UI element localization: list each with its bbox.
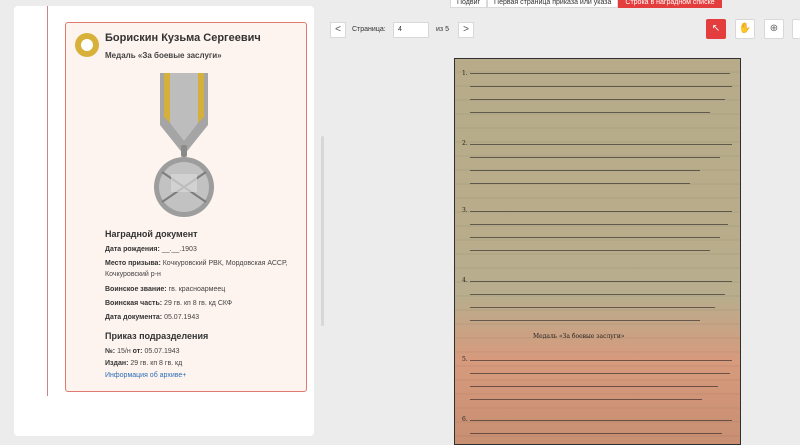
order-title: Приказ подразделения: [105, 331, 209, 341]
rank-value: гв. красноармеец: [168, 286, 226, 293]
award-side-panel: Борискин Кузьма Сергеевич Медаль «За бое…: [14, 6, 324, 436]
previous-page-button[interactable]: <: [330, 22, 346, 38]
person-name: Борискин Кузьма Сергеевич: [105, 32, 261, 44]
medal-image: [154, 73, 214, 217]
unit-label: Воинская часть:: [105, 300, 163, 307]
birth-date-label: Дата рождения:: [105, 246, 160, 253]
page-select[interactable]: 4: [393, 22, 429, 38]
archive-document-image: 1. 2. 3. 4. Медаль «За боевые заслуги» 5…: [454, 58, 741, 445]
extra-tool-button[interactable]: [792, 19, 800, 39]
rank-row: Воинское звание: гв. красноармеец: [105, 284, 303, 295]
entry-number-1: 1.: [462, 70, 468, 77]
page-label: Страница:: [352, 26, 386, 33]
zoom-tool-button[interactable]: ⊕: [764, 19, 784, 39]
unit-value: 29 гв. кп 8 гв. кд СКФ: [164, 300, 233, 307]
unit-row: Воинская часть: 29 гв. кп 8 гв. кд СКФ: [105, 298, 303, 309]
order-date-value: 05.07.1943: [144, 348, 180, 355]
award-document-title: Наградной документ: [105, 229, 198, 239]
panel-rule: [47, 6, 48, 396]
left-scrollbar[interactable]: [321, 136, 324, 326]
page-total: из 5: [436, 26, 449, 33]
order-issued-row: Издан: 29 гв. кп 8 гв. кд: [105, 358, 303, 369]
document-date-row: Дата документа: 05.07.1943: [105, 312, 303, 323]
draft-place-row: Место призыва: Кочкуровский РВК, Мордовс…: [105, 258, 303, 280]
archive-info-link[interactable]: Информация об архиве+: [105, 372, 186, 379]
medal-section-heading: Медаль «За боевые заслуги»: [533, 333, 625, 340]
order-number-row: №: 15/н от: 05.07.1943: [105, 346, 303, 357]
order-issued-value: 29 гв. кп 8 гв. кд: [130, 360, 183, 367]
birth-date-row: Дата рождения: __.__.1903: [105, 244, 303, 255]
entry-number-3: 3.: [462, 207, 468, 214]
order-number-label: №:: [105, 348, 116, 355]
pointer-tool-button[interactable]: ↖: [706, 19, 726, 39]
document-tabs: Подвиг Первая страница приказа или указа…: [450, 0, 722, 8]
entry-number-4: 4.: [462, 277, 468, 284]
document-date-value: 05.07.1943: [164, 314, 200, 321]
award-badge-icon: [75, 33, 99, 57]
document-date-label: Дата документа:: [105, 314, 163, 321]
entry-number-5: 5.: [462, 356, 468, 363]
tab-order-first-page[interactable]: Первая страница приказа или указа: [487, 0, 619, 8]
tab-award-list-row[interactable]: Строка в наградном списке: [618, 0, 722, 8]
tab-feat[interactable]: Подвиг: [450, 0, 488, 8]
award-card: Борискин Кузьма Сергеевич Медаль «За бое…: [65, 22, 307, 392]
draft-place-label: Место призыва:: [105, 260, 161, 267]
rank-label: Воинское звание:: [105, 286, 167, 293]
order-number-value: 15/н: [117, 348, 131, 355]
entry-number-6: 6.: [462, 416, 468, 423]
next-page-button[interactable]: >: [458, 22, 474, 38]
order-issued-label: Издан:: [105, 360, 129, 367]
entry-number-2: 2.: [462, 140, 468, 147]
birth-date-value: __.__.1903: [161, 246, 197, 253]
medal-name: Медаль «За боевые заслуги»: [105, 51, 222, 60]
page-navigation: < Страница: 4 из 5 > ↖ ✋ ⊕: [330, 19, 800, 40]
order-date-label: от:: [132, 348, 143, 355]
hand-tool-button[interactable]: ✋: [735, 19, 755, 39]
